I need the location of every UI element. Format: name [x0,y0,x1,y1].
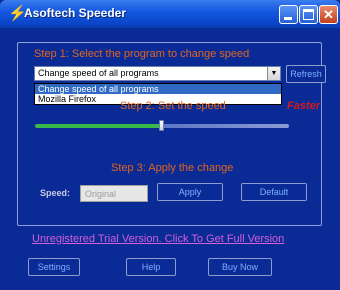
close-icon: ✕ [323,7,334,22]
minimize-button[interactable] [279,5,298,24]
faster-label: Faster [287,100,321,112]
maximize-button[interactable] [299,5,318,24]
close-button[interactable]: ✕ [319,5,338,24]
refresh-button[interactable]: Refresh [286,65,326,83]
speed-label: Speed: [40,188,71,198]
step1-label: Step 1: Select the program to change spe… [34,48,250,60]
settings-button[interactable]: Settings [28,258,80,276]
lightning-bolt-icon: ⚡ [8,5,27,22]
speed-field: Original [80,185,148,202]
step3-label: Step 3: Apply the change [111,162,234,174]
step2-label: Step 2: Set the speed [120,100,226,112]
maximize-icon [303,9,314,20]
client-area: Step 1: Select the program to change spe… [4,28,336,286]
program-select-value: Change speed of all programs [38,68,159,78]
apply-button[interactable]: Apply [157,183,223,201]
dropdown-option[interactable]: Change speed of all programs [35,84,281,94]
minimize-icon [284,17,292,20]
chevron-down-icon[interactable]: ▼ [267,67,280,80]
speed-value: Original [85,189,117,199]
speed-slider-thumb[interactable] [159,120,164,131]
trial-version-link[interactable]: Unregistered Trial Version. Click To Get… [32,233,284,245]
program-select[interactable]: Change speed of all programs ▼ [34,66,281,81]
title-bar[interactable]: ⚡ Asoftech Speeder ✕ [0,0,340,28]
default-button[interactable]: Default [241,183,307,201]
window-title: Asoftech Speeder [24,6,127,20]
help-button[interactable]: Help [126,258,176,276]
buy-now-button[interactable]: Buy Now [208,258,272,276]
